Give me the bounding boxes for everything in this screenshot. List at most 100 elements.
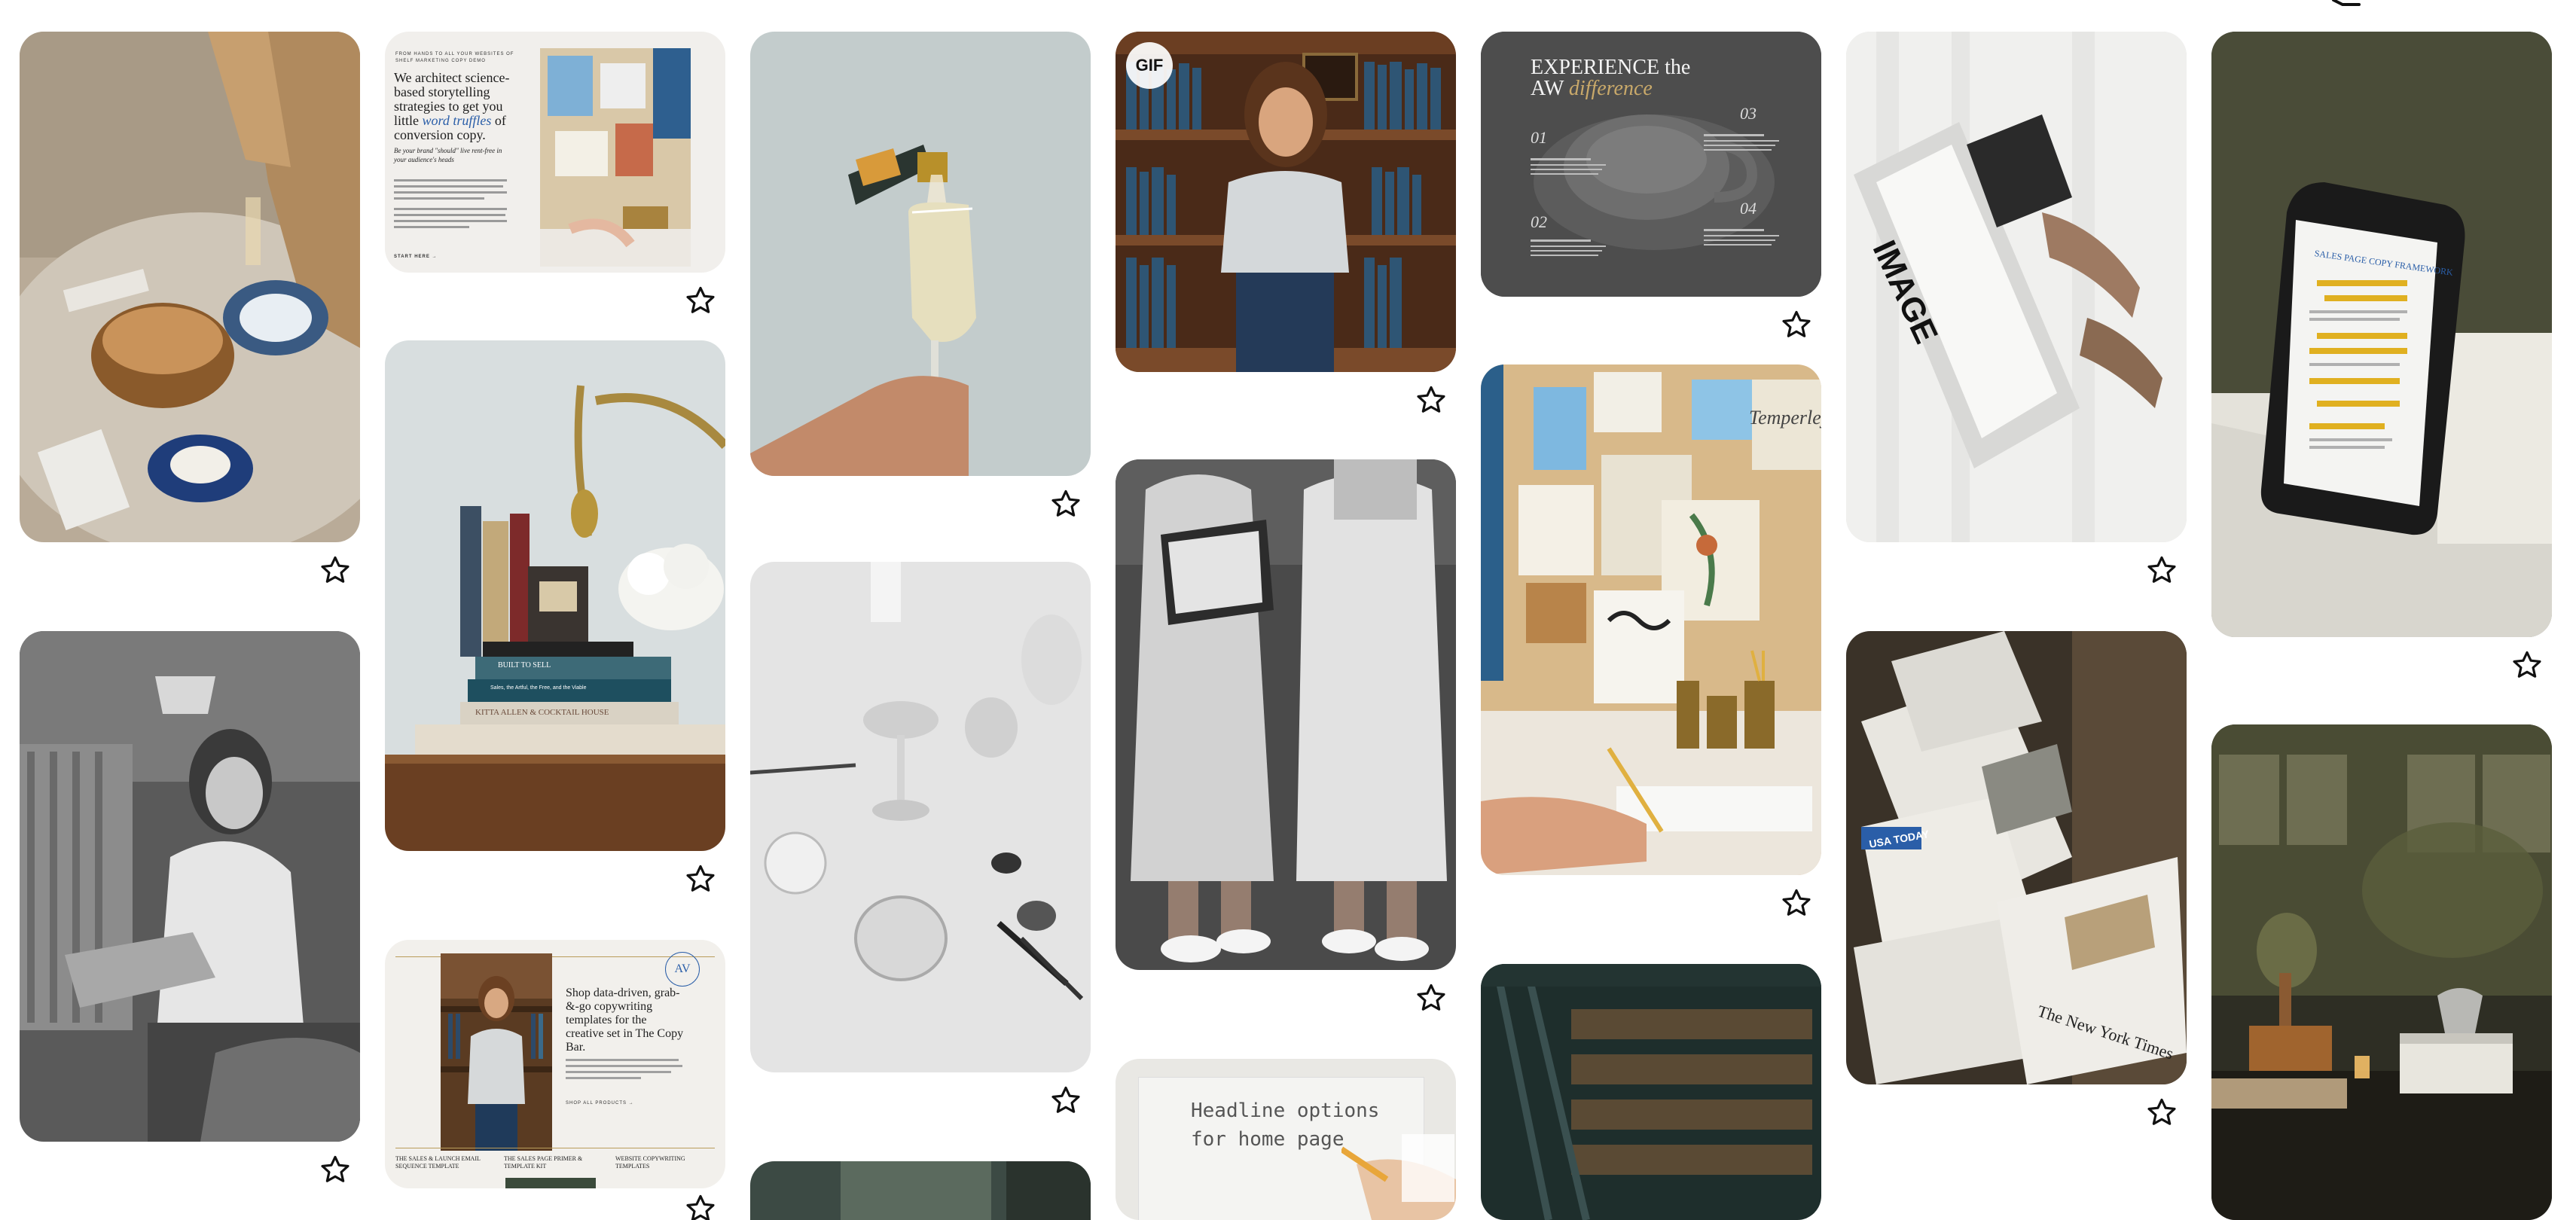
copy-bar-headline: Shop data-driven, grab-&-go copywriting … (566, 987, 684, 1054)
save-star-icon[interactable] (2146, 1096, 2178, 1128)
save-star-icon[interactable] (319, 554, 351, 586)
pin-champagne[interactable] (750, 32, 1091, 517)
moodboard-desk-photo (1481, 364, 1821, 875)
partial-photo (750, 1161, 1091, 1220)
note-line-1: Headline options (1191, 1100, 1380, 1122)
save-star-icon[interactable] (1781, 309, 1812, 340)
newspapers-photo (1846, 631, 2187, 1084)
pin-bookshelf-gif[interactable]: GIF (1116, 32, 1456, 413)
pin-partial-bottom[interactable] (750, 1161, 1091, 1220)
template-2-thumb (505, 1178, 596, 1188)
bathrobes-photo (1116, 459, 1456, 970)
champagne-photo (750, 32, 1091, 476)
partial-top-icon (2332, 0, 2361, 6)
save-star-icon[interactable] (685, 863, 716, 895)
pin-image[interactable]: GIF (1116, 32, 1456, 372)
save-star-icon[interactable] (2511, 649, 2543, 681)
pin-image[interactable]: BUILT TO SELL Sales, the Artful, the Fre… (385, 340, 725, 851)
temperley-note: Temperley (1749, 407, 1821, 429)
moodboard-image (540, 48, 691, 267)
aw-title-line-1: EXPERIENCE the (1531, 56, 1691, 79)
pin-glasses-table[interactable] (750, 562, 1091, 1113)
headline: We architect science-based storytelling … (394, 71, 514, 142)
pin-image[interactable]: AV Shop data-driven, grab-&-go copywriti… (385, 940, 725, 1188)
point-02-text (1531, 239, 1606, 256)
pin-image[interactable]: IMAGE (1846, 32, 2187, 542)
bookshelf-photo (1116, 32, 1456, 372)
template-2-label: THE SALES PAGE PRIMER & TEMPLATE KIT (504, 1155, 583, 1170)
point-04-text (1704, 229, 1779, 246)
pin-image[interactable] (1481, 964, 1821, 1220)
av-logo: AV (665, 952, 700, 987)
pin-image[interactable] (750, 562, 1091, 1072)
book-spine-2: Sales, the Artful, the Free, and the Via… (490, 685, 587, 691)
point-02: 02 (1531, 212, 1547, 231)
window-table-photo (2211, 724, 2552, 1220)
template-1-label: THE SALES & LAUNCH EMAIL SEQUENCE TEMPLA… (395, 1155, 481, 1170)
woman-laptop-photo (20, 631, 360, 1142)
shop-all-link[interactable]: SHOP ALL PRODUCTS → (566, 1101, 634, 1106)
hand-pencil (1341, 1134, 1456, 1220)
point-01-text (1531, 158, 1606, 175)
point-03-text (1704, 134, 1779, 151)
tablet-photo (2211, 32, 2552, 637)
pin-woman-laptop[interactable] (20, 631, 360, 1182)
eyebrow-text: FROM HANDS TO ALL YOUR WEBSITES OF SHELF… (395, 52, 514, 63)
point-04: 04 (1740, 199, 1757, 218)
pin-library-ladder[interactable] (1481, 964, 1821, 1220)
note-line-2: for home page (1191, 1128, 1344, 1151)
portrait-image (441, 953, 552, 1151)
pin-aw-difference[interactable]: EXPERIENCE the AW difference 01 02 03 04 (1481, 32, 1821, 337)
pin-image[interactable] (1116, 459, 1456, 970)
pin-image[interactable]: EXPERIENCE the AW difference 01 02 03 04 (1481, 32, 1821, 297)
book-spine-3: KITTA ALLEN & COCKTAIL HOUSE (475, 708, 609, 717)
pin-bathrobes[interactable] (1116, 459, 1456, 1011)
save-star-icon[interactable] (2146, 554, 2178, 586)
pin-headline-notes[interactable]: Headline options for home page (1116, 1059, 1456, 1220)
pin-moodboard-desk[interactable]: Temperley (1481, 364, 1821, 916)
save-star-icon[interactable] (1050, 1084, 1082, 1116)
headline-emphasis: word truffles (422, 113, 492, 128)
pin-image[interactable]: USA TODAY The New York Times (1846, 631, 2187, 1084)
pin-books-sconce[interactable]: BUILT TO SELL Sales, the Artful, the Fre… (385, 340, 725, 892)
pin-image[interactable]: FROM HANDS TO ALL YOUR WEBSITES OF SHELF… (385, 32, 725, 273)
save-star-icon[interactable] (1050, 488, 1082, 520)
save-star-icon[interactable] (685, 285, 716, 316)
subhead: Be your brand "should" live rent-free in… (394, 147, 502, 163)
body-text-lines (394, 179, 507, 228)
point-03: 03 (1740, 104, 1757, 123)
save-star-icon[interactable] (1415, 384, 1447, 416)
pin-image[interactable] (20, 32, 360, 542)
body-text-lines (566, 1059, 682, 1079)
pin-cafe-table[interactable] (20, 32, 360, 583)
pin-storytelling-website[interactable]: FROM HANDS TO ALL YOUR WEBSITES OF SHELF… (385, 32, 725, 313)
book-spine-1: BUILT TO SELL (498, 661, 551, 669)
save-star-icon[interactable] (685, 1193, 716, 1220)
point-01: 01 (1531, 128, 1547, 147)
aw-title-line-2: AW (1531, 77, 1569, 100)
save-star-icon[interactable] (1781, 887, 1812, 919)
pin-image[interactable] (750, 32, 1091, 476)
save-star-icon[interactable] (319, 1154, 351, 1185)
pin-grid: FROM HANDS TO ALL YOUR WEBSITES OF SHELF… (0, 0, 2576, 1220)
pin-image[interactable] (750, 1161, 1091, 1220)
pin-window-table[interactable] (2211, 724, 2552, 1220)
pin-newspapers[interactable]: USA TODAY The New York Times (1846, 631, 2187, 1125)
pin-image[interactable]: Temperley (1481, 364, 1821, 875)
library-photo (1481, 964, 1821, 1220)
pin-reading-magazine[interactable]: IMAGE (1846, 32, 2187, 583)
pin-image[interactable]: SALES PAGE COPY FRAMEWORK (2211, 32, 2552, 637)
start-here-link[interactable]: START HERE → (394, 255, 438, 259)
template-3-label: WEBSITE COPYWRITING TEMPLATES (615, 1155, 685, 1170)
pin-image[interactable]: Headline options for home page (1116, 1059, 1456, 1220)
pin-copy-bar[interactable]: AV Shop data-driven, grab-&-go copywriti… (385, 940, 725, 1220)
cafe-table-photo (20, 32, 360, 542)
aw-title-emphasis: difference (1568, 77, 1653, 100)
save-star-icon[interactable] (1415, 982, 1447, 1014)
gif-badge: GIF (1126, 42, 1173, 89)
aw-title: EXPERIENCE the AW difference (1531, 57, 1690, 99)
pin-image[interactable] (20, 631, 360, 1142)
pin-image[interactable] (2211, 724, 2552, 1220)
pin-tablet-copy[interactable]: SALES PAGE COPY FRAMEWORK (2211, 32, 2552, 678)
glasses-table-photo (750, 562, 1091, 1072)
